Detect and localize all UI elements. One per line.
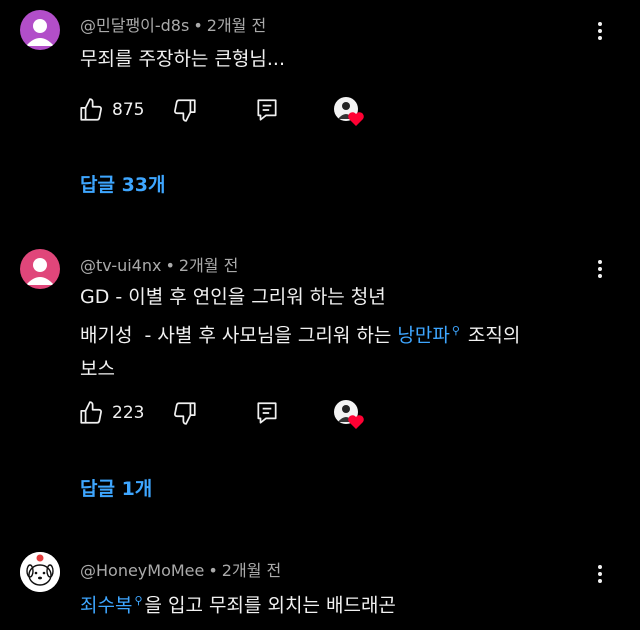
comment-line: GD - 이별 후 연인을 그리워 하는 청년 — [80, 286, 386, 308]
more-vertical-icon[interactable] — [590, 563, 610, 587]
user-avatar-icon — [20, 10, 60, 50]
reply-comment-icon — [257, 402, 277, 424]
search-icon: ⚲ — [451, 324, 460, 337]
author-name[interactable]: @민달팽이-d8s — [80, 16, 189, 35]
replies-button[interactable]: 답글 1개 — [80, 474, 152, 501]
hashtag-search-link[interactable]: 죄수복 — [80, 594, 132, 616]
avatar[interactable] — [20, 10, 60, 50]
more-vertical-icon[interactable] — [590, 258, 610, 282]
creator-heart-icon — [334, 97, 364, 126]
comment-meta: @민달팽이-d8s • 2개월 전 — [80, 12, 266, 36]
comment-text-segment: 조직의 — [467, 324, 521, 347]
comment-text-segment: 배기성 - 사별 후 사모님을 그리워 하는 — [80, 324, 398, 347]
comment-line: 보스 — [80, 358, 115, 381]
reply-comment-icon — [257, 99, 277, 121]
dislike-button[interactable] — [172, 400, 198, 430]
thumbs-down-icon — [174, 99, 196, 122]
like-count: 223 — [112, 403, 145, 423]
comment-meta: @tv-ui4nx • 2개월 전 — [80, 252, 238, 276]
avatar[interactable] — [20, 552, 60, 592]
timestamp[interactable]: 2개월 전 — [179, 256, 238, 275]
hashtag-search-link[interactable]: 낭만파 — [397, 324, 449, 346]
like-count: 875 — [112, 100, 145, 120]
avatar[interactable] — [20, 249, 60, 289]
author-name[interactable]: @HoneyMoMee — [80, 561, 204, 580]
reply-button[interactable] — [254, 400, 280, 430]
comment-actions: 223 — [78, 398, 378, 430]
comment-text: GD - 이별 후 연인을 그리워 하는 청년 배기성 - 사별 후 사모님을 … — [80, 280, 520, 386]
search-icon: ⚲ — [134, 594, 143, 607]
comment-line: 무죄를 주장하는 큰형님... — [80, 48, 285, 70]
dislike-button[interactable] — [172, 97, 198, 127]
timestamp[interactable]: 2개월 전 — [222, 561, 281, 580]
separator-dot: • — [193, 16, 203, 35]
like-button[interactable]: 223 — [78, 400, 144, 430]
timestamp[interactable]: 2개월 전 — [207, 16, 266, 35]
reply-button[interactable] — [254, 97, 280, 127]
comment-text: 무죄를 주장하는 큰형님... — [80, 42, 285, 76]
dog-avatar-icon — [20, 552, 60, 592]
like-button[interactable]: 875 — [78, 97, 144, 127]
creator-heart — [332, 398, 364, 429]
creator-heart-icon — [334, 400, 364, 429]
comment-line: 배기성 - 사별 후 사모님을 그리워 하는 낭만파 ⚲ 조직의 — [80, 314, 520, 352]
separator-dot: • — [165, 256, 175, 275]
comment-meta: @HoneyMoMee • 2개월 전 — [80, 557, 281, 581]
thumbs-up-icon — [80, 98, 102, 121]
more-vertical-icon[interactable] — [590, 20, 610, 44]
creator-heart — [332, 95, 364, 126]
author-name[interactable]: @tv-ui4nx — [80, 256, 161, 275]
replies-button[interactable]: 답글 33개 — [80, 170, 166, 197]
separator-dot: • — [208, 561, 218, 580]
user-avatar-icon — [20, 249, 60, 289]
comment-text-segment: 을 입고 무죄를 외치는 배드래곤 — [144, 594, 396, 617]
thumbs-up-icon — [80, 401, 102, 424]
comment-actions: 875 — [78, 95, 378, 127]
thumbs-down-icon — [174, 402, 196, 425]
comment-text: 죄수복 ⚲ 을 입고 무죄를 외치는 배드래곤 — [80, 584, 396, 622]
